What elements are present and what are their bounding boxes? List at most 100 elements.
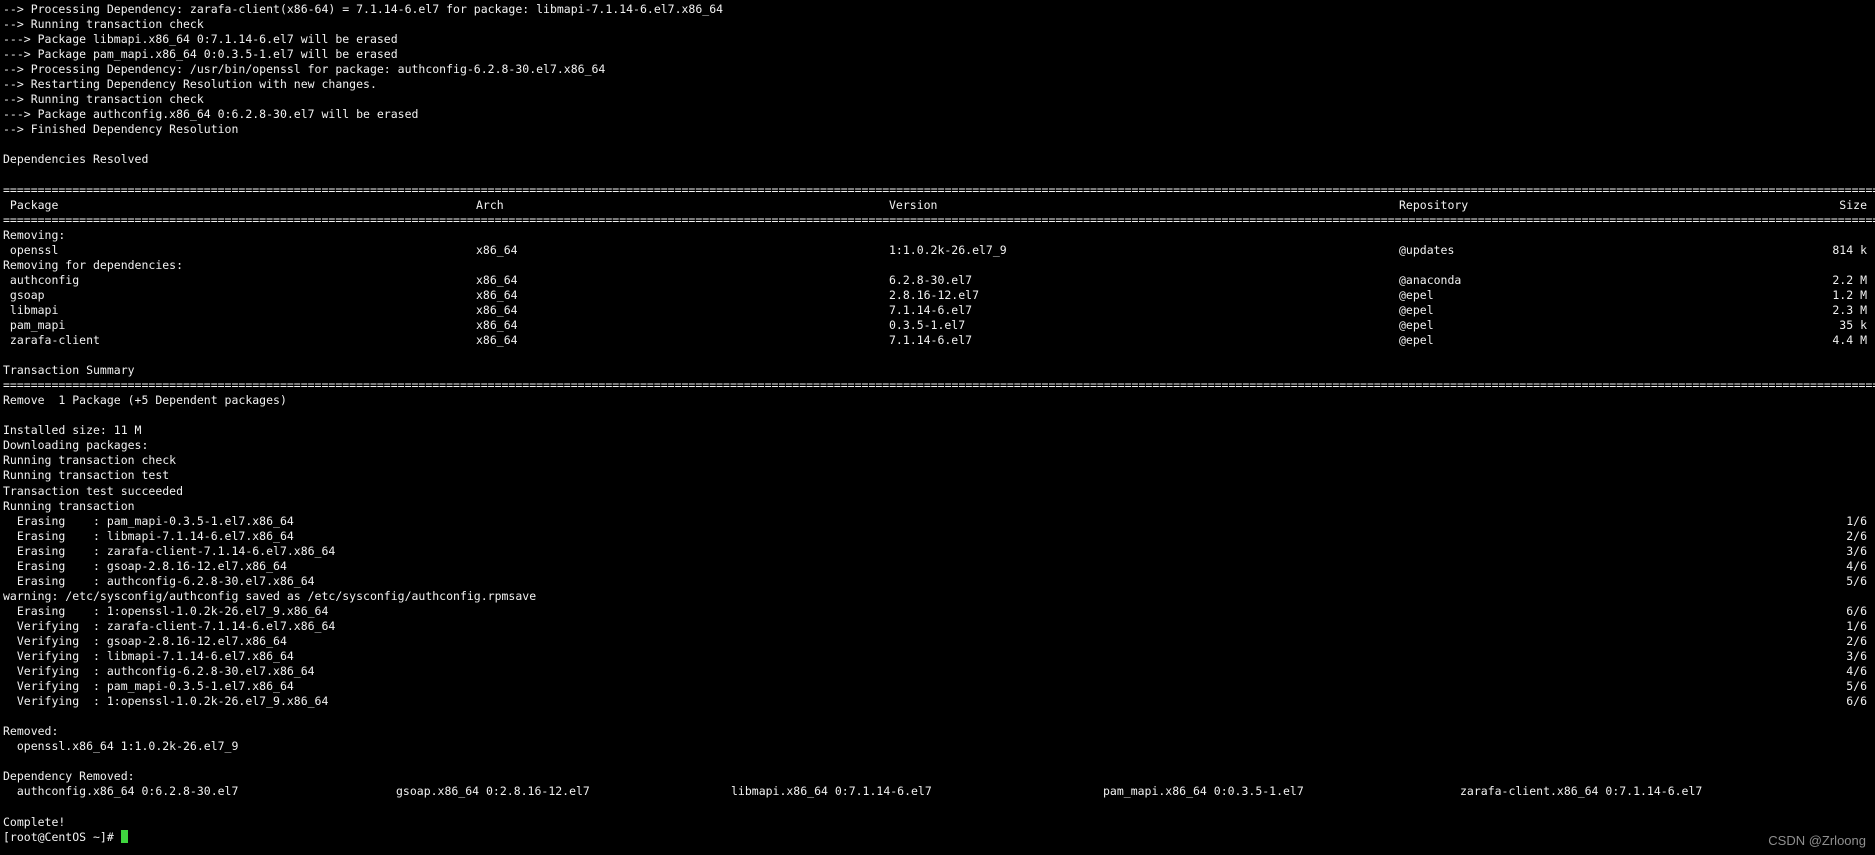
terminal-line: warning: /etc/sysconfig/authconfig saved…	[3, 588, 537, 603]
cell: Verifying : libmapi-7.1.14-6.el7.x86_64	[3, 649, 294, 664]
cell: Erasing : 1:openssl-1.0.2k-26.el7_9.x86_…	[3, 603, 329, 618]
watermark: CSDN @Zrloong	[1768, 833, 1866, 848]
right-aligned-cell: 1.2 M	[1832, 287, 1867, 302]
terminal-line: Running transaction check	[3, 453, 177, 468]
terminal-line: Running transaction	[3, 498, 135, 513]
terminal-line: ---> Package libmapi.x86_64 0:7.1.14-6.e…	[3, 32, 398, 47]
terminal-line: Package Arch Version Repository Size	[3, 198, 1875, 213]
cell: 7.1.14-6.el7	[889, 302, 973, 317]
terminal-line: gsoap x86_64 2.8.16-12.el7 @epel 1.2 M	[3, 288, 1875, 303]
cell: x86_64	[476, 272, 518, 287]
cell: gsoap.x86_64 0:2.8.16-12.el7	[396, 784, 590, 799]
cell: zarafa-client	[3, 333, 100, 348]
terminal-line: Dependency Removed:	[3, 769, 135, 784]
terminal-output: --> Processing Dependency: zarafa-client…	[0, 0, 1875, 855]
terminal-line: Erasing : zarafa-client-7.1.14-6.el7.x86…	[3, 544, 1875, 559]
cell: x86_64	[476, 302, 518, 317]
cell: pam_mapi	[3, 317, 66, 332]
terminal-line: Verifying : 1:openssl-1.0.2k-26.el7_9.x8…	[3, 694, 1875, 709]
cell: @epel	[1399, 302, 1434, 317]
cell: 7.1.14-6.el7	[889, 333, 973, 348]
shell-prompt-line: [root@CentOS ~]#	[3, 829, 1875, 845]
cell: Arch	[476, 197, 504, 212]
cell: Erasing : gsoap-2.8.16-12.el7.x86_64	[3, 558, 287, 573]
terminal-line: openssl x86_64 1:1.0.2k-26.el7_9 @updates 81…	[3, 243, 1875, 258]
cell: gsoap	[3, 287, 45, 302]
cell: Verifying : zarafa-client-7.1.14-6.el7.x…	[3, 618, 336, 633]
terminal-screen[interactable]: --> Processing Dependency: zarafa-client…	[0, 0, 1875, 855]
cell: 1:1.0.2k-26.el7_9	[889, 242, 1007, 257]
terminal-line: Remove 1 Package (+5 Dependent packages)	[3, 393, 287, 408]
right-aligned-cell: 5/6	[1846, 679, 1867, 694]
cell: @epel	[1399, 333, 1434, 348]
terminal-line: Verifying : authconfig-6.2.8-30.el7.x86_…	[3, 664, 1875, 679]
right-aligned-cell: 4.4 M	[1832, 333, 1867, 348]
terminal-line: Transaction test succeeded	[3, 483, 184, 498]
terminal-line: ---> Package pam_mapi.x86_64 0:0.3.5-1.e…	[3, 47, 398, 62]
cell: authconfig	[3, 272, 80, 287]
cell: libmapi.x86_64 0:7.1.14-6.el7	[731, 784, 932, 799]
cell: @anaconda	[1399, 272, 1462, 287]
terminal-line: Erasing : authconfig-6.2.8-30.el7.x86_64…	[3, 574, 1875, 589]
terminal-line: libmapi x86_64 7.1.14-6.el7 @epel 2.3 M	[3, 303, 1875, 318]
right-aligned-cell: 5/6	[1846, 573, 1867, 588]
terminal-line: authconfig x86_64 6.2.8-30.el7 @anaconda 2.2…	[3, 273, 1875, 288]
cell: Verifying : pam_mapi-0.3.5-1.el7.x86_64	[3, 679, 294, 694]
cell: openssl	[3, 242, 59, 257]
terminal-line: Verifying : libmapi-7.1.14-6.el7.x86_64 3…	[3, 649, 1875, 664]
cell: Erasing : authconfig-6.2.8-30.el7.x86_64	[3, 573, 315, 588]
cell: Erasing : pam_mapi-0.3.5-1.el7.x86_64	[3, 513, 294, 528]
cell: pam_mapi.x86_64 0:0.3.5-1.el7	[1103, 784, 1304, 799]
cell: x86_64	[476, 317, 518, 332]
terminal-line: pam_mapi x86_64 0.3.5-1.el7 @epel 35 k	[3, 318, 1875, 333]
terminal-line: Verifying : zarafa-client-7.1.14-6.el7.x…	[3, 619, 1875, 634]
right-aligned-cell: 814 k	[1832, 242, 1867, 257]
cell: authconfig.x86_64 0:6.2.8-30.el7	[3, 784, 239, 799]
right-aligned-cell: Size	[1839, 197, 1867, 212]
right-aligned-cell: 2/6	[1846, 528, 1867, 543]
cursor[interactable]	[120, 829, 128, 843]
cell: @updates	[1399, 242, 1455, 257]
cell: x86_64	[476, 242, 518, 257]
terminal-line: Removing:	[3, 227, 66, 242]
cell: Erasing : libmapi-7.1.14-6.el7.x86_64	[3, 528, 294, 543]
cell: Package	[3, 197, 59, 212]
right-aligned-cell: 2/6	[1846, 633, 1867, 648]
cell: Erasing : zarafa-client-7.1.14-6.el7.x86…	[3, 543, 336, 558]
right-aligned-cell: 4/6	[1846, 558, 1867, 573]
terminal-line: Erasing : libmapi-7.1.14-6.el7.x86_64 2/6	[3, 529, 1875, 544]
terminal-line: Complete!	[3, 814, 66, 829]
right-aligned-cell: 6/6	[1846, 603, 1867, 618]
cell: Version	[889, 197, 938, 212]
terminal-line: Installed size: 11 M	[3, 423, 142, 438]
right-aligned-cell: 1/6	[1846, 618, 1867, 633]
terminal-line: --> Running transaction check	[3, 92, 204, 107]
terminal-line: Removed:	[3, 724, 59, 739]
cell: Verifying : gsoap-2.8.16-12.el7.x86_64	[3, 633, 287, 648]
terminal-line: Verifying : gsoap-2.8.16-12.el7.x86_64 2/…	[3, 634, 1875, 649]
terminal-line: Erasing : gsoap-2.8.16-12.el7.x86_64 4/6	[3, 559, 1875, 574]
right-aligned-cell: 4/6	[1846, 664, 1867, 679]
cell: Verifying : authconfig-6.2.8-30.el7.x86_…	[3, 664, 315, 679]
terminal-line: --> Running transaction check	[3, 17, 204, 32]
terminal-line: zarafa-client x86_64 7.1.14-6.el7 @epel 4.4 …	[3, 333, 1875, 348]
terminal-line: --> Processing Dependency: zarafa-client…	[3, 2, 724, 16]
terminal-line: Transaction Summary	[3, 363, 135, 378]
shell-prompt: [root@CentOS ~]#	[3, 829, 121, 844]
terminal-line: ---> Package authconfig.x86_64 0:6.2.8-3…	[3, 107, 419, 122]
terminal-line: Dependencies Resolved	[3, 152, 149, 167]
cell: x86_64	[476, 287, 518, 302]
cell: 2.8.16-12.el7	[889, 287, 980, 302]
terminal-line: Running transaction test	[3, 468, 170, 483]
cell: Repository	[1399, 197, 1469, 212]
terminal-line: Removing for dependencies:	[3, 257, 184, 272]
cell: @epel	[1399, 287, 1434, 302]
cell: x86_64	[476, 333, 518, 348]
right-aligned-cell: 35 k	[1839, 317, 1867, 332]
right-aligned-cell: 2.2 M	[1832, 272, 1867, 287]
cell: zarafa-client.x86_64 0:7.1.14-6.el7	[1460, 784, 1703, 799]
